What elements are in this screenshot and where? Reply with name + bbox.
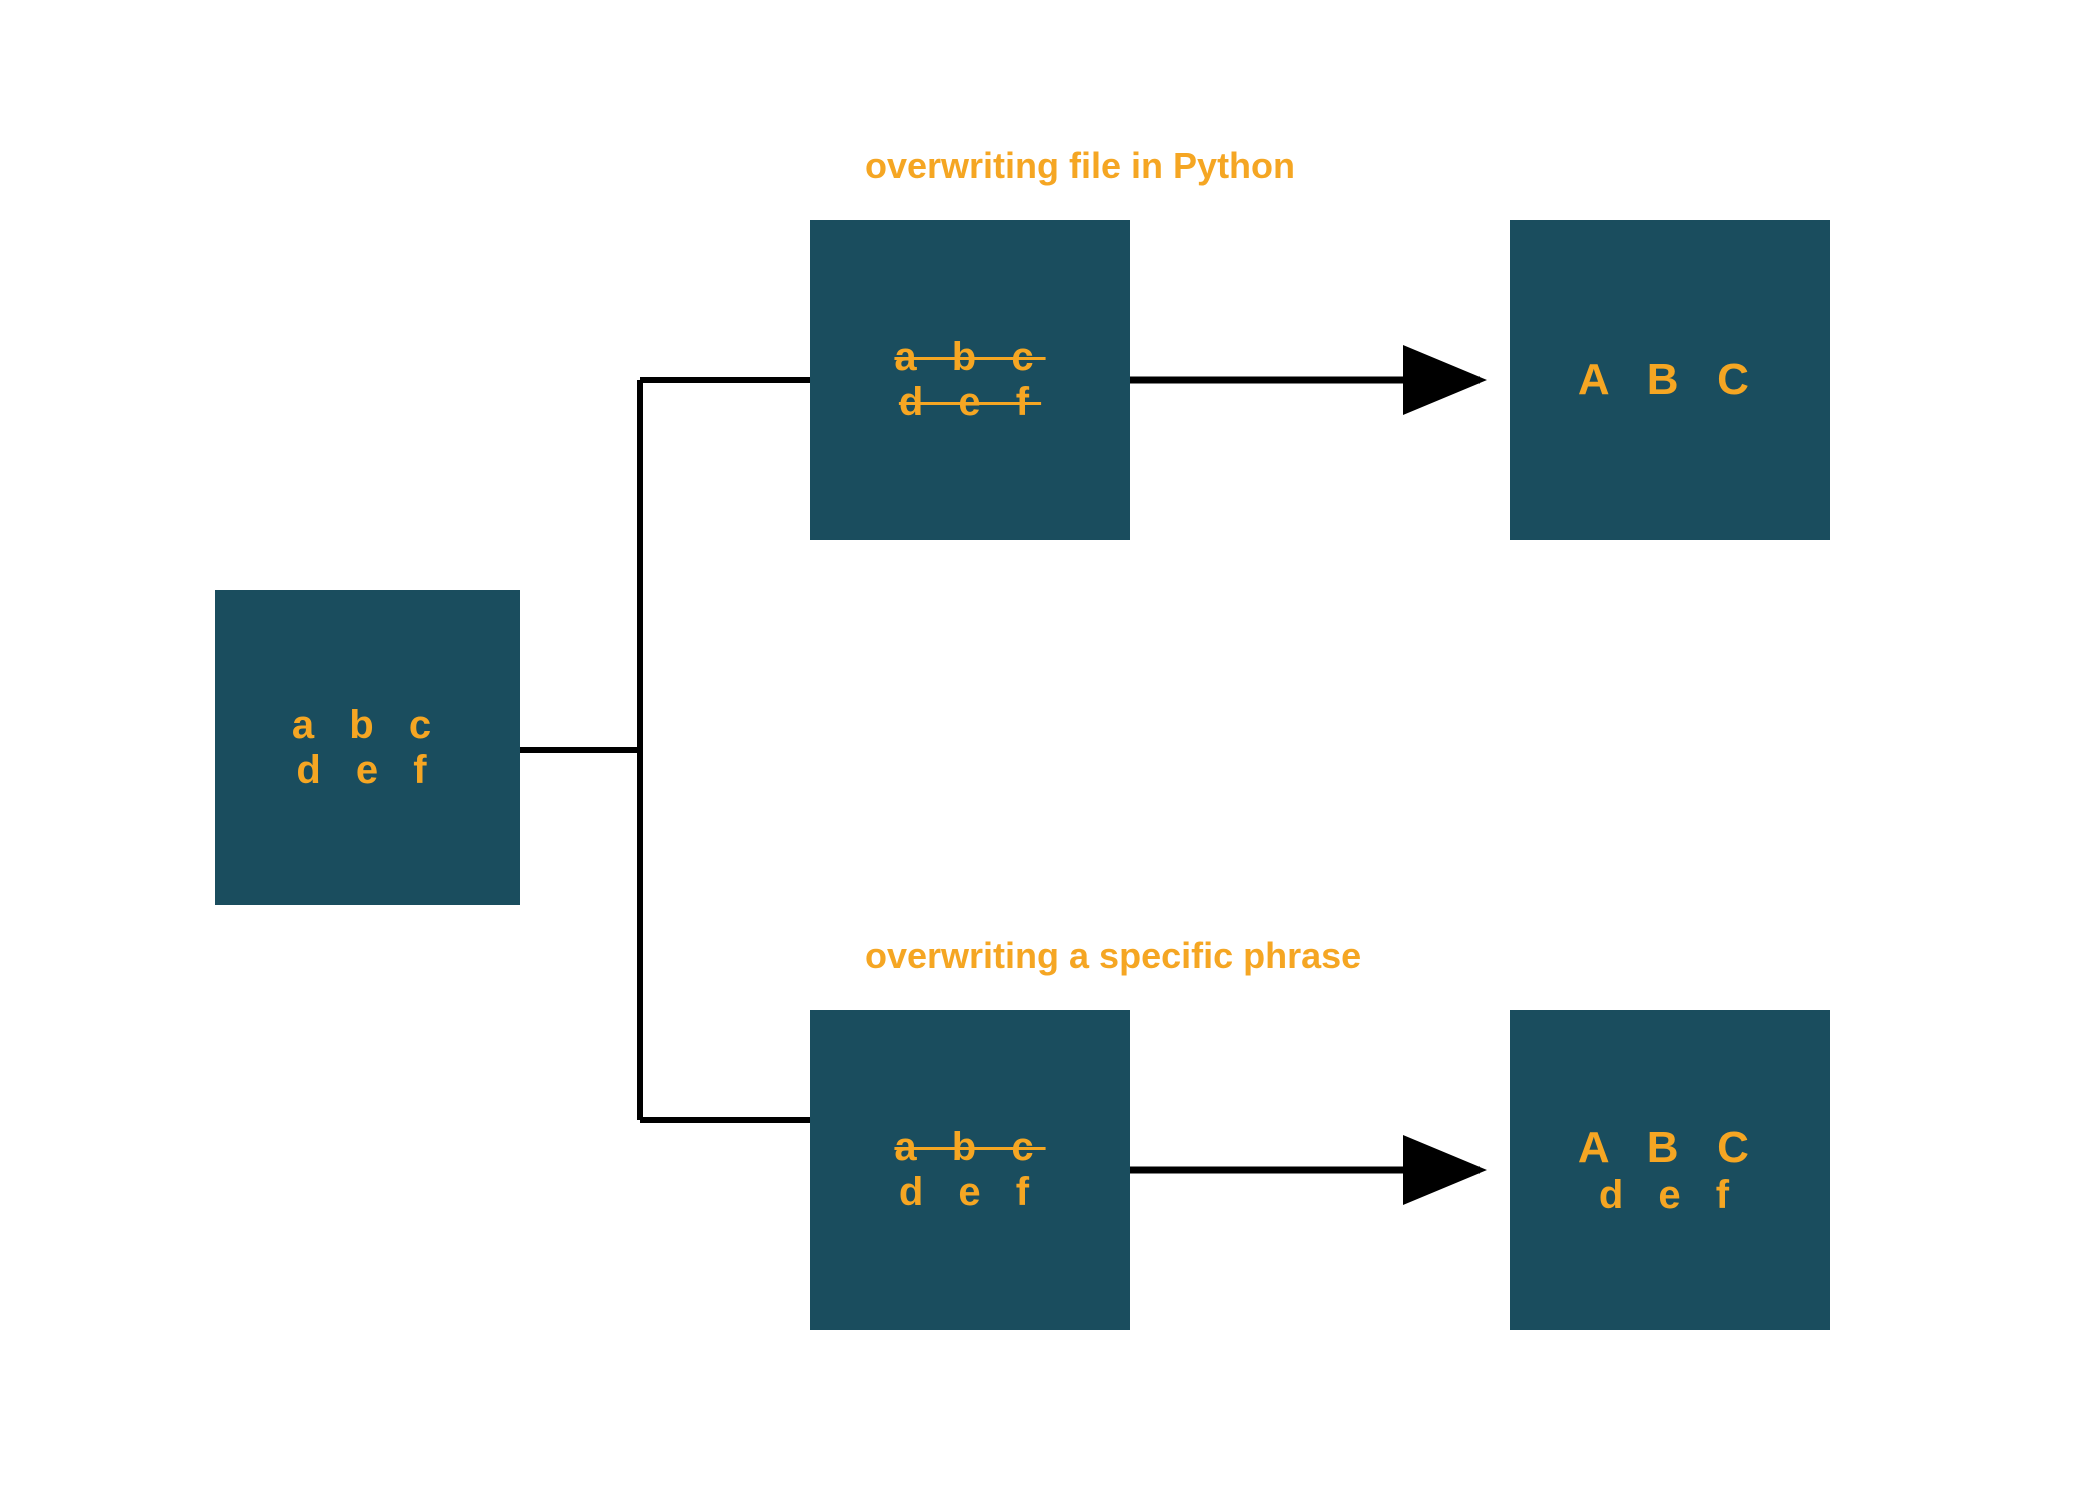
- top-mid-line2: d e f: [894, 380, 1045, 425]
- bottom-right-line2: d e f: [1578, 1173, 1762, 1218]
- bottom-mid-line2: d e f: [894, 1170, 1045, 1215]
- top-label: overwriting file in Python: [865, 145, 1295, 187]
- bottom-label-text: overwriting a specific phrase: [865, 935, 1361, 976]
- bottom-mid-box: a b c d e f: [810, 1010, 1130, 1330]
- bottom-mid-line1: a b c: [894, 1125, 1045, 1170]
- top-mid-box: a b c d e f: [810, 220, 1130, 540]
- bottom-right-line1: A B C: [1578, 1123, 1762, 1173]
- bottom-right-box: A B C d e f: [1510, 1010, 1830, 1330]
- source-box: a b c d e f: [215, 590, 520, 905]
- bottom-label: overwriting a specific phrase: [865, 935, 1361, 977]
- top-label-text: overwriting file in Python: [865, 145, 1295, 186]
- source-line2: d e f: [292, 748, 443, 793]
- top-right-line1: A B C: [1578, 355, 1762, 405]
- top-mid-line1: a b c: [894, 335, 1045, 380]
- top-right-box: A B C: [1510, 220, 1830, 540]
- source-line1: a b c: [292, 703, 443, 748]
